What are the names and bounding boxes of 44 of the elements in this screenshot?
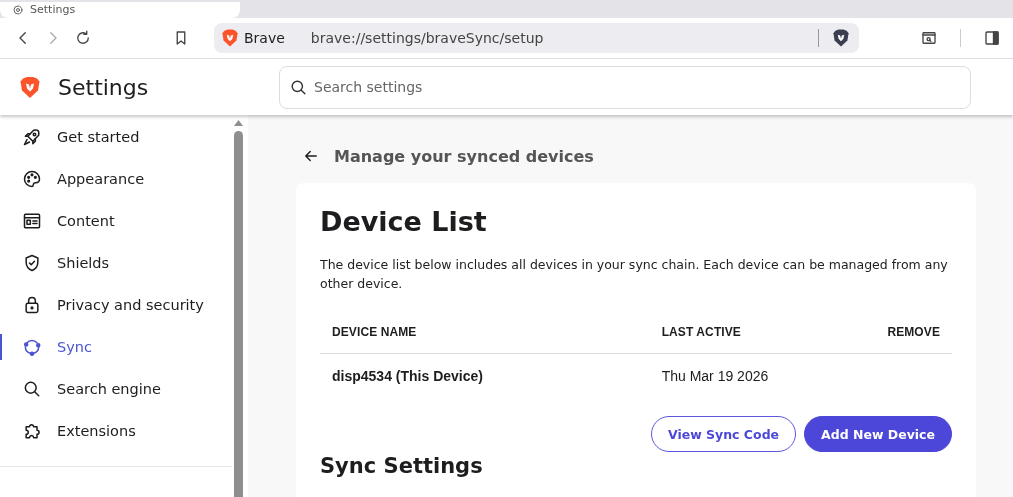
sidebar-item[interactable]: Sync — [0, 326, 232, 368]
shields-icon[interactable] — [833, 29, 849, 47]
add-device-button[interactable]: Add New Device — [804, 416, 952, 452]
sidebar-item[interactable]: Search engine — [0, 368, 232, 410]
search-icon — [289, 77, 308, 97]
scrollbar-thumb[interactable] — [234, 131, 243, 497]
tab-title: Settings — [30, 3, 76, 17]
sidebar-item[interactable]: Appearance — [0, 158, 232, 200]
page-title: Settings — [58, 74, 150, 100]
sidebar-item[interactable]: Extensions — [0, 410, 232, 452]
sync-icon — [22, 337, 42, 357]
sidebar-item[interactable]: Get started — [0, 116, 232, 158]
column-header: REMOVE — [875, 325, 952, 354]
sidebar-item[interactable]: Privacy and security — [0, 284, 232, 326]
column-header: DEVICE NAME — [320, 325, 650, 354]
scroll-up-icon[interactable] — [234, 120, 243, 126]
layout-icon — [22, 211, 42, 231]
lock-icon — [22, 295, 42, 315]
tab-search-icon[interactable] — [920, 29, 938, 47]
last-active-date: Thu Mar 19 2026 — [661, 368, 769, 384]
brave-logo-icon — [222, 29, 238, 47]
search-field[interactable]: Search settings — [279, 65, 971, 109]
sidebar-item[interactable]: Shields — [0, 242, 232, 284]
sidebar-item[interactable]: Content — [0, 200, 232, 242]
section-heading: Sync Settings — [320, 454, 484, 478]
description-text: The device list below includes all devices in your sync chain. Each device can be managed from any other device. — [320, 256, 949, 293]
device-name: disp4534 (This Device) — [332, 368, 483, 384]
browser-tab[interactable]: Settings — [0, 2, 240, 18]
brave-logo-icon — [20, 75, 40, 99]
search-icon — [22, 379, 42, 399]
shield-check-icon — [22, 253, 42, 273]
view-sync-code-button[interactable]: View Sync Code — [650, 416, 797, 452]
gear-icon — [12, 4, 24, 16]
column-header: LAST ACTIVE — [649, 325, 876, 354]
palette-icon — [22, 169, 42, 189]
card-title: Device List — [320, 205, 488, 239]
address-bar[interactable]: Brave brave://settings/braveSync/setup — [214, 23, 859, 53]
url-text: brave://settings/braveSync/setup — [310, 30, 545, 46]
reload-icon[interactable] — [74, 29, 92, 47]
section-title: Manage your synced devices — [334, 146, 594, 166]
puzzle-icon — [22, 421, 42, 441]
site-label: Brave — [244, 30, 285, 46]
rocket-icon — [22, 127, 42, 147]
sidebar-toggle-icon[interactable] — [983, 29, 1001, 47]
